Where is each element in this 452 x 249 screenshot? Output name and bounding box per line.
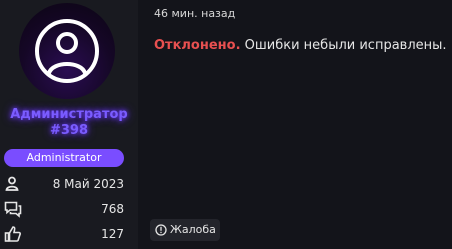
warning-circle-icon [155, 224, 167, 236]
stat-joined-value: 8 Май 2023 [52, 177, 124, 191]
report-label: Жалоба [170, 223, 216, 236]
avatar[interactable] [19, 3, 115, 99]
stat-joined: 8 Май 2023 [4, 175, 124, 193]
username-line1[interactable]: Администратор [0, 107, 138, 123]
user-circle-icon [35, 19, 99, 83]
username[interactable]: Администратор #398 [0, 107, 138, 139]
user-icon [5, 176, 19, 191]
user-sidebar: Администратор #398 Administrator 8 Май 2… [0, 0, 138, 249]
username-line2[interactable]: #398 [0, 123, 138, 139]
report-button[interactable]: Жалоба [150, 219, 220, 241]
stat-reactions: 127 [4, 225, 124, 243]
post-message: Отклонено. Ошибки небыли исправлены. [154, 38, 447, 53]
messages-icon [4, 201, 22, 218]
post-timestamp[interactable]: 46 мин. назад [154, 7, 235, 20]
stat-messages: 768 [4, 200, 124, 218]
thumbs-up-icon [4, 226, 21, 242]
stat-messages-value: 768 [101, 202, 124, 216]
role-badge: Administrator [4, 149, 124, 167]
stat-reactions-value: 127 [101, 227, 124, 241]
status-rejected: Отклонено. [154, 38, 241, 53]
message-text: Ошибки небыли исправлены. [240, 38, 447, 53]
